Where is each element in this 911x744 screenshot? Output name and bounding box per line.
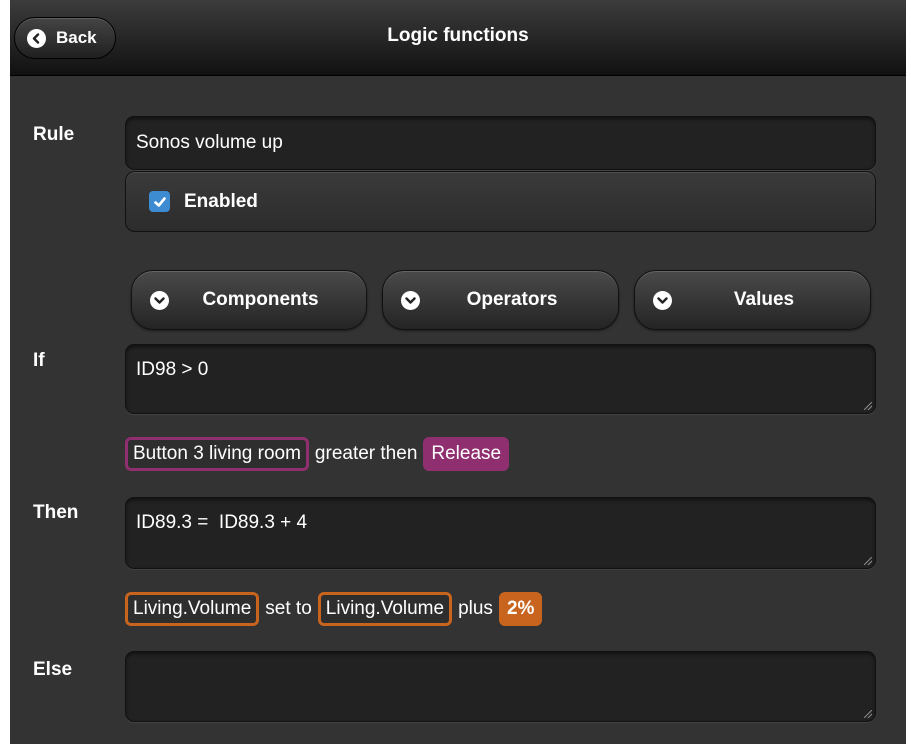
- components-label: Components: [202, 289, 319, 310]
- chevron-down-icon: [150, 290, 169, 310]
- then-expression-textarea[interactable]: ID89.3 = ID89.3 + 4: [125, 497, 876, 569]
- if-token-list: Button 3 living room greater then Releas…: [125, 437, 510, 471]
- if-value-token[interactable]: Release: [423, 437, 510, 471]
- page-title: Logic functions: [387, 25, 529, 46]
- if-expression-value: ID98 > 0: [136, 359, 209, 380]
- values-label: Values: [733, 289, 795, 310]
- if-expression-textarea[interactable]: ID98 > 0: [125, 344, 876, 414]
- enabled-toggle[interactable]: Enabled: [125, 171, 876, 232]
- chevron-down-icon: [401, 290, 420, 310]
- resize-handle[interactable]: [864, 557, 872, 565]
- logic-functions-screen: Back Logic functions Rule Sonos volume u…: [10, 0, 906, 744]
- then-expression-value: ID89.3 = ID89.3 + 4: [136, 512, 308, 533]
- rule-name-input[interactable]: Sonos volume up: [125, 116, 876, 170]
- header-bar: Back Logic functions: [10, 0, 906, 76]
- then-label: Then: [33, 502, 79, 523]
- then-source-token[interactable]: Living.Volume: [317, 592, 453, 626]
- else-label: Else: [33, 659, 73, 680]
- then-target-token[interactable]: Living.Volume: [125, 592, 260, 626]
- resize-handle[interactable]: [864, 710, 872, 718]
- if-label: If: [33, 350, 45, 371]
- chevron-down-icon: [653, 290, 672, 310]
- then-plus-text: plus: [458, 598, 493, 619]
- then-token-list: Living.Volume set to Living.Volume plus …: [125, 592, 543, 626]
- rule-name-value: Sonos volume up: [136, 132, 283, 153]
- then-amount-token[interactable]: 2%: [498, 592, 543, 626]
- else-expression-textarea[interactable]: [125, 651, 876, 722]
- checkbox-checked-icon[interactable]: [149, 191, 170, 212]
- if-component-token[interactable]: Button 3 living room: [125, 437, 309, 471]
- resize-handle[interactable]: [864, 402, 872, 410]
- enabled-label: Enabled: [184, 190, 258, 212]
- rule-label: Rule: [33, 124, 75, 145]
- operators-label: Operators: [466, 289, 558, 310]
- values-dropdown[interactable]: Values: [634, 270, 871, 330]
- operators-dropdown[interactable]: Operators: [382, 270, 619, 330]
- then-set-to-text: set to: [265, 598, 312, 619]
- components-dropdown[interactable]: Components: [131, 270, 367, 330]
- if-operator-text: greater then: [314, 443, 418, 464]
